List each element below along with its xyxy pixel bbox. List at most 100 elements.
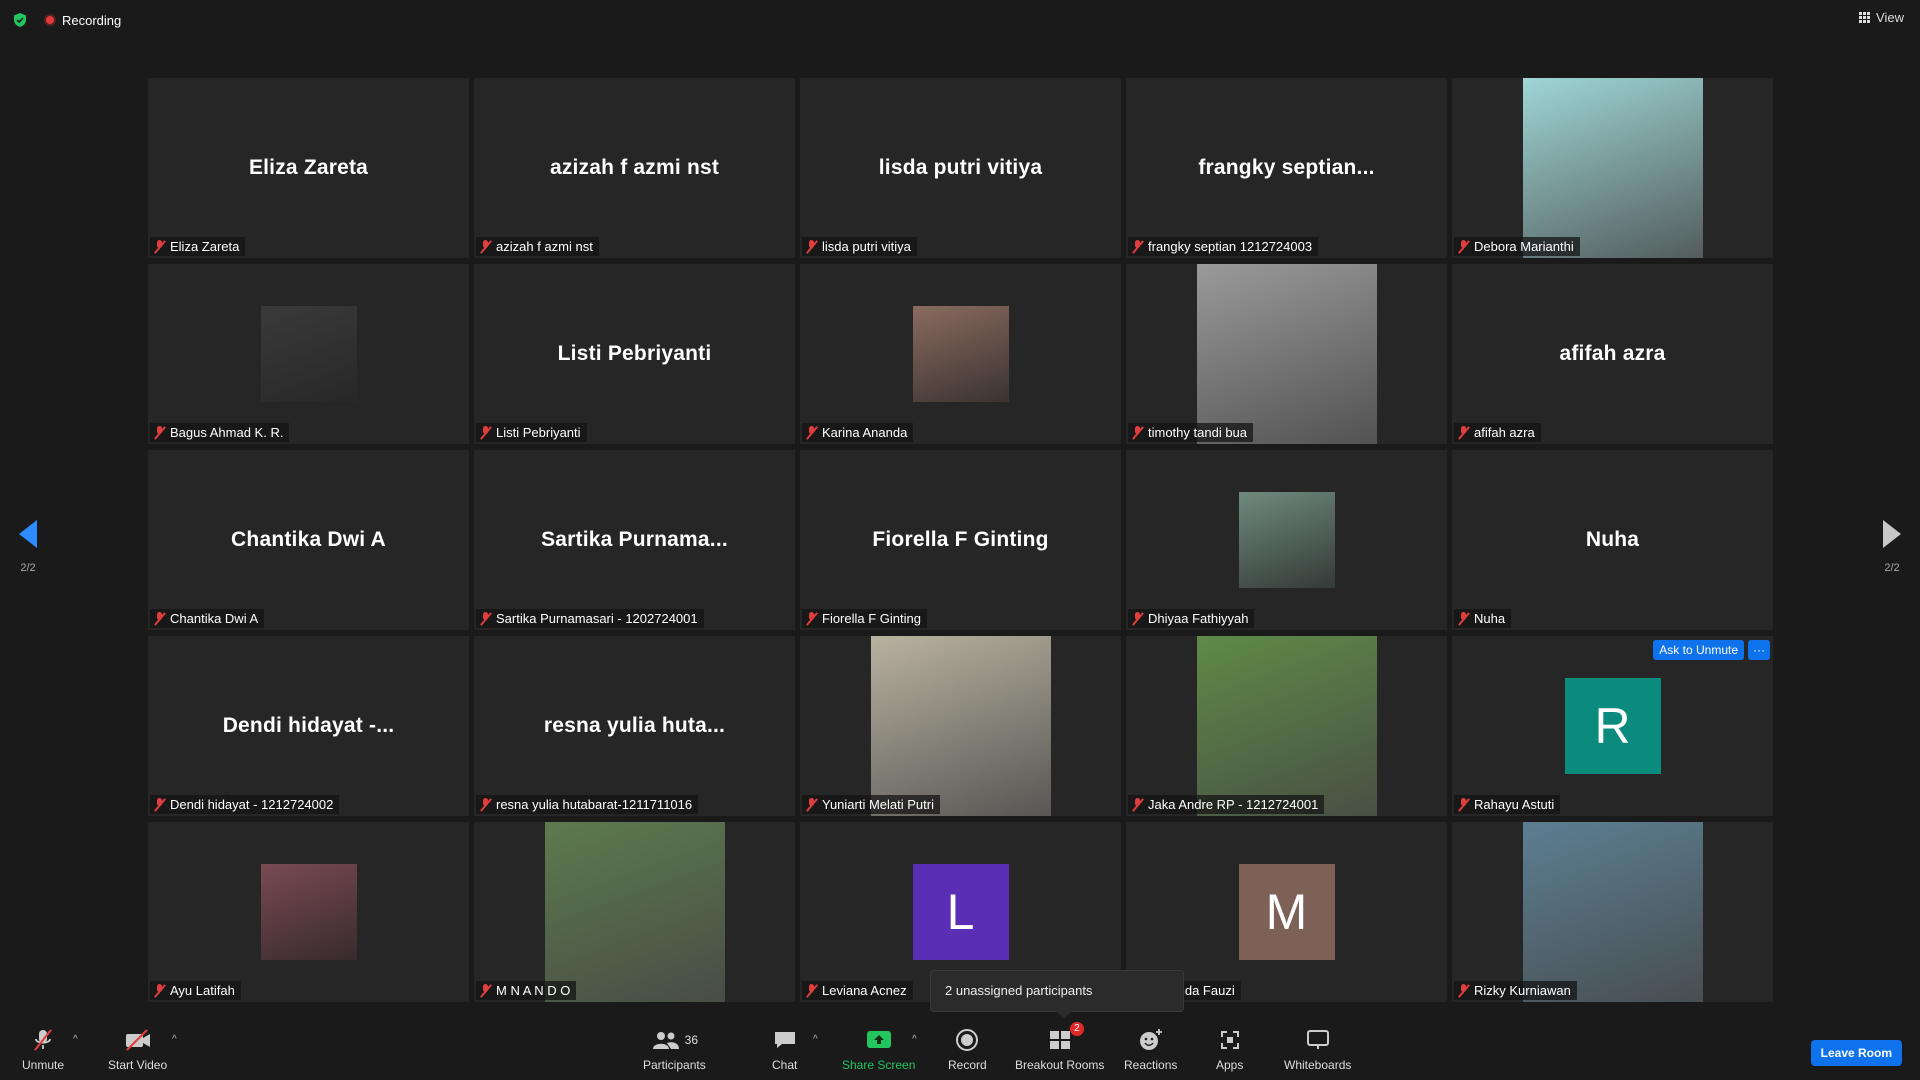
share-options-chevron-icon[interactable]: ^ xyxy=(912,1034,917,1045)
tile-hover-actions: Ask to Unmute ··· xyxy=(1653,640,1770,660)
breakout-rooms-button[interactable]: 2 Breakout Rooms xyxy=(1015,1022,1105,1072)
participant-display-name: Chantika Dwi A xyxy=(231,528,386,551)
participant-name: Sartika Purnamasari - 1202724001 xyxy=(496,611,698,626)
next-page-button[interactable]: 2/2 xyxy=(1872,520,1912,574)
video-options-chevron-icon[interactable]: ^ xyxy=(172,1034,177,1045)
view-button[interactable]: View xyxy=(1859,10,1904,25)
participant-tile[interactable]: Chantika Dwi A Chantika Dwi A xyxy=(148,450,469,630)
mic-muted-icon xyxy=(154,611,166,626)
participant-tile[interactable]: Eliza Zareta Eliza Zareta xyxy=(148,78,469,258)
mic-muted-icon xyxy=(1132,611,1144,626)
participant-tile[interactable]: Dendi hidayat -... Dendi hidayat - 121272… xyxy=(148,636,469,816)
arrow-left-icon xyxy=(19,520,37,548)
participant-name: Karina Ananda xyxy=(822,425,908,440)
participant-name-bar: Yuniarti Melati Putri xyxy=(802,795,940,814)
mic-muted-icon xyxy=(480,983,492,998)
chat-options-chevron-icon[interactable]: ^ xyxy=(813,1034,818,1045)
mic-muted-icon xyxy=(480,797,492,812)
participant-name: Dhiyaa Fathiyyah xyxy=(1148,611,1249,626)
participants-count: 36 xyxy=(684,1033,699,1047)
leave-room-button[interactable]: Leave Room xyxy=(1810,1040,1902,1066)
ask-to-unmute-button[interactable]: Ask to Unmute xyxy=(1653,640,1744,660)
participant-display-name: afifah azra xyxy=(1559,342,1666,365)
participant-name: Nuha xyxy=(1474,611,1506,626)
participant-name-bar: Eliza Zareta xyxy=(150,237,246,256)
participant-name-bar: resna yulia hutabarat-1211711016 xyxy=(476,795,699,814)
page-indicator-left: 2/2 xyxy=(20,562,36,574)
participant-tile[interactable]: resna yulia huta... resna yulia hutabarat… xyxy=(474,636,795,816)
participant-name-bar: Chantika Dwi A xyxy=(150,609,265,628)
previous-page-button[interactable]: 2/2 xyxy=(8,520,48,574)
apps-button[interactable]: Apps xyxy=(1216,1026,1243,1072)
record-dot-icon xyxy=(44,14,56,26)
participant-profile-photo xyxy=(912,306,1009,402)
smiley-plus-icon xyxy=(1138,1026,1164,1054)
participant-name-bar: frangky septian 1212724003 xyxy=(1128,237,1319,256)
mic-muted-icon xyxy=(806,983,818,998)
participant-tile[interactable]: R Rahayu Astuti Ask to Unmute ··· xyxy=(1452,636,1773,816)
participant-name: Rahayu Astuti xyxy=(1474,797,1555,812)
participant-tile[interactable]: Yuniarti Melati Putri xyxy=(800,636,1121,816)
participant-tile[interactable]: afifah azra afifah azra xyxy=(1452,264,1773,444)
participant-name: Ayu Latifah xyxy=(170,983,235,998)
breakout-rooms-label: Breakout Rooms xyxy=(1015,1058,1105,1072)
breakout-rooms-badge: 2 xyxy=(1070,1022,1084,1036)
participant-tile[interactable]: Fiorella F Ginting Fiorella F Ginting xyxy=(800,450,1121,630)
participant-tile[interactable]: Listi Pebriyanti Listi Pebriyanti xyxy=(474,264,795,444)
participant-name: frangky septian 1212724003 xyxy=(1148,239,1313,254)
participant-tile[interactable]: Karina Ananda xyxy=(800,264,1121,444)
participant-tile[interactable]: frangky septian... frangky septian 121272… xyxy=(1126,78,1447,258)
mic-muted-icon xyxy=(806,239,818,254)
participant-tile[interactable]: Rizky Kurniawan xyxy=(1452,822,1773,1002)
participants-label: Participants xyxy=(643,1058,706,1072)
participant-tile[interactable]: M N A N D O xyxy=(474,822,795,1002)
record-label: Record xyxy=(948,1058,987,1072)
participant-name-bar: afifah azra xyxy=(1454,423,1541,442)
mic-muted-icon xyxy=(480,425,492,440)
participant-tile[interactable]: azizah f azmi nst azizah f azmi nst xyxy=(474,78,795,258)
participant-tile[interactable]: Dhiyaa Fathiyyah xyxy=(1126,450,1447,630)
participant-tile[interactable]: Ayu Latifah xyxy=(148,822,469,1002)
participant-name-bar: Debora Marianthi xyxy=(1454,237,1580,256)
view-label: View xyxy=(1876,10,1904,25)
participant-profile-photo xyxy=(260,306,357,402)
participant-name: Chantika Dwi A xyxy=(170,611,259,626)
participant-display-name: Eliza Zareta xyxy=(248,156,369,179)
reactions-button[interactable]: Reactions xyxy=(1124,1026,1177,1072)
participant-initial-avatar: L xyxy=(912,864,1009,960)
mic-muted-icon xyxy=(1458,239,1470,254)
chat-button[interactable]: Chat xyxy=(772,1026,797,1072)
whiteboards-button[interactable]: Whiteboards xyxy=(1284,1026,1351,1072)
participant-tile[interactable]: lisda putri vitiya lisda putri vitiya xyxy=(800,78,1121,258)
unmute-label: Unmute xyxy=(22,1058,65,1072)
participant-tile[interactable]: Bagus Ahmad K. R. xyxy=(148,264,469,444)
participant-tile[interactable]: Sartika Purnama... Sartika Purnamasari - … xyxy=(474,450,795,630)
mic-muted-icon xyxy=(1132,797,1144,812)
participant-tile[interactable]: Debora Marianthi xyxy=(1452,78,1773,258)
start-video-button[interactable]: Start Video xyxy=(108,1026,167,1072)
mic-muted-icon xyxy=(30,1026,56,1054)
shield-icon[interactable] xyxy=(12,12,28,28)
participant-name: Eliza Zareta xyxy=(170,239,240,254)
participant-name: Dendi hidayat - 1212724002 xyxy=(170,797,334,812)
participant-name-bar: M N A N D O xyxy=(476,981,577,1000)
participants-button[interactable]: 36 Participants xyxy=(643,1026,706,1072)
recording-label: Recording xyxy=(62,12,122,28)
video-off-icon xyxy=(123,1026,153,1054)
unmute-button[interactable]: Unmute xyxy=(22,1026,64,1072)
participant-name: lisda putri vitiya xyxy=(822,239,911,254)
share-screen-button[interactable]: Share Screen xyxy=(842,1026,915,1072)
participant-name: afifah azra xyxy=(1474,425,1535,440)
more-options-button[interactable]: ··· xyxy=(1748,640,1770,660)
audio-options-chevron-icon[interactable]: ^ xyxy=(73,1034,78,1045)
participant-tile[interactable]: timothy tandi bua xyxy=(1126,264,1447,444)
participant-tile[interactable]: Nuha Nuha xyxy=(1452,450,1773,630)
record-button[interactable]: Record xyxy=(948,1026,987,1072)
participant-display-name: frangky septian... xyxy=(1198,156,1375,179)
participant-name-bar: lisda putri vitiya xyxy=(802,237,917,256)
recording-indicator[interactable]: Recording xyxy=(44,12,121,28)
record-icon xyxy=(955,1026,979,1054)
participant-tile[interactable]: Jaka Andre RP - 1212724001 xyxy=(1126,636,1447,816)
participant-name-bar: Karina Ananda xyxy=(802,423,914,442)
participant-initial-avatar: M xyxy=(1238,864,1335,960)
